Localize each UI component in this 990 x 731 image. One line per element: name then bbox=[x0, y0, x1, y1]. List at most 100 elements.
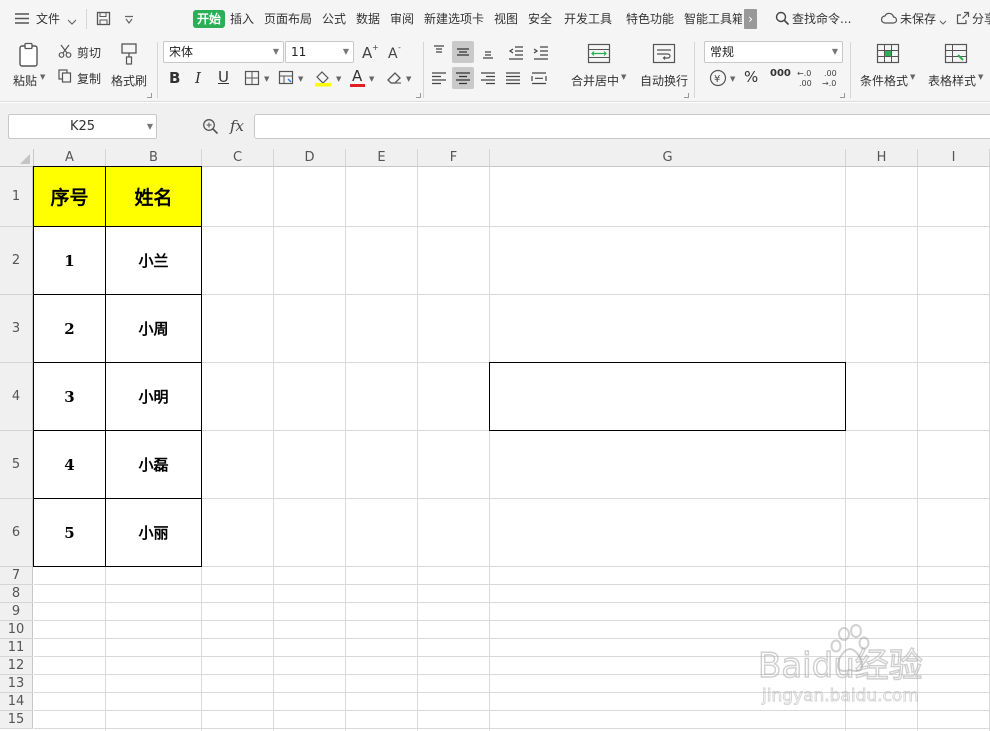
row-header-9[interactable]: 9 bbox=[0, 603, 33, 621]
row-header-13[interactable]: 13 bbox=[0, 675, 33, 693]
cut-button[interactable]: 剪切 bbox=[77, 44, 101, 61]
share-button[interactable]: 分享 bbox=[972, 10, 990, 28]
hamburger-menu-icon[interactable] bbox=[14, 12, 30, 25]
table-cell[interactable]: 小丽 bbox=[105, 498, 202, 567]
search-icon[interactable] bbox=[775, 11, 790, 26]
paste-dropdown-icon[interactable]: ▼ bbox=[40, 73, 45, 81]
paste-button[interactable]: 粘贴 bbox=[13, 72, 37, 89]
format-painter-icon[interactable] bbox=[119, 42, 139, 66]
eraser-icon[interactable] bbox=[386, 70, 403, 86]
table-cell[interactable]: 小兰 bbox=[105, 226, 202, 295]
underline-button[interactable]: U bbox=[218, 68, 229, 86]
align-right-button[interactable] bbox=[477, 67, 499, 89]
align-top-button[interactable] bbox=[428, 41, 450, 63]
row-header-3[interactable]: 3 bbox=[0, 295, 33, 363]
align-center-button[interactable] bbox=[452, 67, 474, 89]
cell-style-dropdown-icon[interactable]: ▼ bbox=[298, 75, 303, 83]
decrease-font-size-icon[interactable]: A- bbox=[387, 43, 405, 62]
increase-font-size-icon[interactable]: A + bbox=[361, 43, 379, 62]
merge-dropdown-icon[interactable]: ▼ bbox=[621, 73, 626, 81]
tab-view[interactable]: 视图 bbox=[494, 10, 518, 28]
row-header-11[interactable]: 11 bbox=[0, 639, 33, 657]
fill-color-icon[interactable] bbox=[314, 69, 332, 87]
row-header-6[interactable]: 6 bbox=[0, 499, 33, 567]
tab-data[interactable]: 数据 bbox=[356, 10, 380, 28]
tab-new-tab[interactable]: 新建选项卡 bbox=[424, 10, 484, 28]
percent-button[interactable]: % bbox=[744, 68, 758, 86]
tab-smart-toolbox[interactable]: 智能工具箱 bbox=[684, 10, 742, 28]
insert-function-button[interactable]: fx bbox=[230, 117, 244, 135]
copy-button[interactable]: 复制 bbox=[77, 70, 101, 87]
row-header-2[interactable]: 2 bbox=[0, 227, 33, 295]
font-size-select[interactable]: 11 ▼ bbox=[285, 41, 354, 63]
conditional-format-button[interactable]: 条件格式 bbox=[860, 72, 908, 89]
chevron-down-icon[interactable] bbox=[939, 15, 947, 25]
zoom-search-icon[interactable] bbox=[202, 118, 219, 135]
more-tabs-chevron-icon[interactable]: › bbox=[744, 9, 757, 29]
row-header-8[interactable]: 8 bbox=[0, 585, 33, 603]
align-bottom-button[interactable] bbox=[477, 41, 499, 63]
table-style-icon[interactable] bbox=[944, 43, 968, 65]
fill-color-dropdown-icon[interactable]: ▼ bbox=[336, 75, 341, 83]
column-header-b[interactable]: B bbox=[106, 149, 202, 167]
font-name-select[interactable]: 宋体 ▼ bbox=[163, 41, 284, 63]
borders-dropdown-icon[interactable]: ▼ bbox=[264, 75, 269, 83]
tab-developer[interactable]: 开发工具 bbox=[564, 10, 612, 28]
file-menu[interactable]: 文件 bbox=[36, 10, 60, 28]
tab-special-features[interactable]: 特色功能 bbox=[626, 10, 674, 28]
number-group-launcher[interactable] bbox=[840, 93, 845, 98]
currency-icon[interactable]: ¥ bbox=[709, 69, 727, 87]
search-commands[interactable]: 查找命令... bbox=[792, 10, 851, 28]
increase-decimal-icon[interactable]: ←.0.00 bbox=[796, 68, 816, 88]
table-header-cell[interactable]: 序号 bbox=[33, 166, 106, 227]
table-cell[interactable]: 3 bbox=[33, 362, 106, 431]
decrease-decimal-icon[interactable]: .00 →.0 bbox=[821, 68, 841, 88]
table-cell[interactable]: 4 bbox=[33, 430, 106, 499]
tab-page-layout[interactable]: 页面布局 bbox=[264, 10, 312, 28]
name-box[interactable]: K25 ▼ bbox=[8, 114, 157, 139]
decrease-indent-button[interactable] bbox=[505, 41, 527, 63]
share-icon[interactable] bbox=[956, 11, 970, 25]
column-header-g[interactable]: G bbox=[490, 149, 846, 167]
column-header-f[interactable]: F bbox=[418, 149, 490, 167]
column-header-d[interactable]: D bbox=[274, 149, 346, 167]
select-all-corner[interactable] bbox=[0, 149, 34, 167]
scissors-icon[interactable] bbox=[58, 44, 72, 58]
font-color-dropdown-icon[interactable]: ▼ bbox=[369, 75, 374, 83]
table-cell[interactable]: 1 bbox=[33, 226, 106, 295]
tab-security[interactable]: 安全 bbox=[528, 10, 552, 28]
row-header-5[interactable]: 5 bbox=[0, 431, 33, 499]
column-header-h[interactable]: H bbox=[846, 149, 918, 167]
formula-input[interactable] bbox=[254, 114, 990, 139]
alignment-group-launcher[interactable] bbox=[684, 93, 689, 98]
font-group-launcher[interactable] bbox=[416, 93, 421, 98]
increase-indent-button[interactable] bbox=[530, 41, 552, 63]
align-middle-button[interactable] bbox=[452, 41, 474, 63]
distributed-align-button[interactable] bbox=[528, 67, 550, 89]
row-header-4[interactable]: 4 bbox=[0, 363, 33, 431]
save-icon[interactable] bbox=[96, 11, 111, 26]
table-cell[interactable]: 小磊 bbox=[105, 430, 202, 499]
row-header-12[interactable]: 12 bbox=[0, 657, 33, 675]
column-header-a[interactable]: A bbox=[34, 149, 106, 167]
unsaved-status[interactable]: 未保存 bbox=[900, 10, 936, 28]
chevron-down-icon[interactable]: ▼ bbox=[147, 115, 153, 138]
row-header-7[interactable]: 7 bbox=[0, 567, 33, 585]
column-header-e[interactable]: E bbox=[346, 149, 418, 167]
font-color-button[interactable]: A bbox=[352, 67, 362, 85]
align-left-button[interactable] bbox=[428, 67, 450, 89]
number-format-select[interactable]: 常规 ▼ bbox=[704, 41, 843, 63]
conditional-format-dropdown-icon[interactable]: ▼ bbox=[910, 73, 915, 81]
table-cell[interactable]: 小周 bbox=[105, 294, 202, 363]
bold-button[interactable]: B bbox=[169, 69, 180, 87]
merge-center-button[interactable]: 合并居中 bbox=[571, 72, 619, 89]
table-style-dropdown-icon[interactable]: ▼ bbox=[978, 73, 983, 81]
conditional-format-icon[interactable] bbox=[876, 43, 900, 65]
thousands-separator-button[interactable]: 000 bbox=[770, 68, 791, 79]
table-cell[interactable]: 小明 bbox=[105, 362, 202, 431]
quick-access-dropdown-icon[interactable] bbox=[124, 14, 134, 24]
format-painter-button[interactable]: 格式刷 bbox=[111, 72, 147, 89]
chevron-down-icon[interactable] bbox=[67, 15, 77, 25]
cell-style-icon[interactable] bbox=[278, 70, 295, 86]
row-header-14[interactable]: 14 bbox=[0, 693, 33, 711]
